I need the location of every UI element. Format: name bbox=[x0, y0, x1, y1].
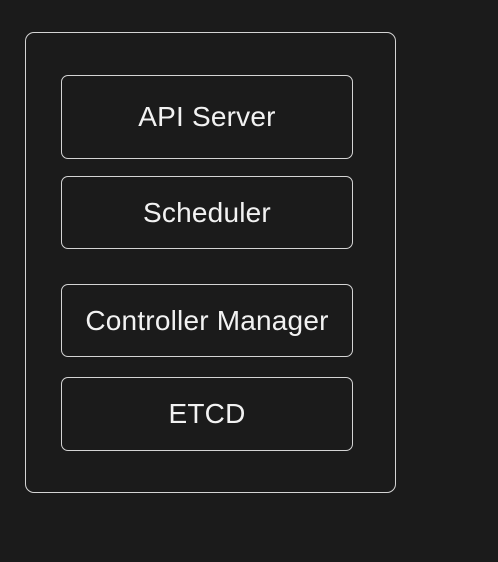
etcd-box: ETCD bbox=[61, 377, 353, 451]
scheduler-box: Scheduler bbox=[61, 176, 353, 249]
controller-manager-box: Controller Manager bbox=[61, 284, 353, 357]
api-server-label: API Server bbox=[138, 101, 276, 132]
api-server-box: API Server bbox=[61, 75, 353, 159]
controller-manager-label: Controller Manager bbox=[85, 304, 329, 336]
scheduler-label: Scheduler bbox=[143, 196, 271, 228]
etcd-label: ETCD bbox=[168, 398, 246, 429]
